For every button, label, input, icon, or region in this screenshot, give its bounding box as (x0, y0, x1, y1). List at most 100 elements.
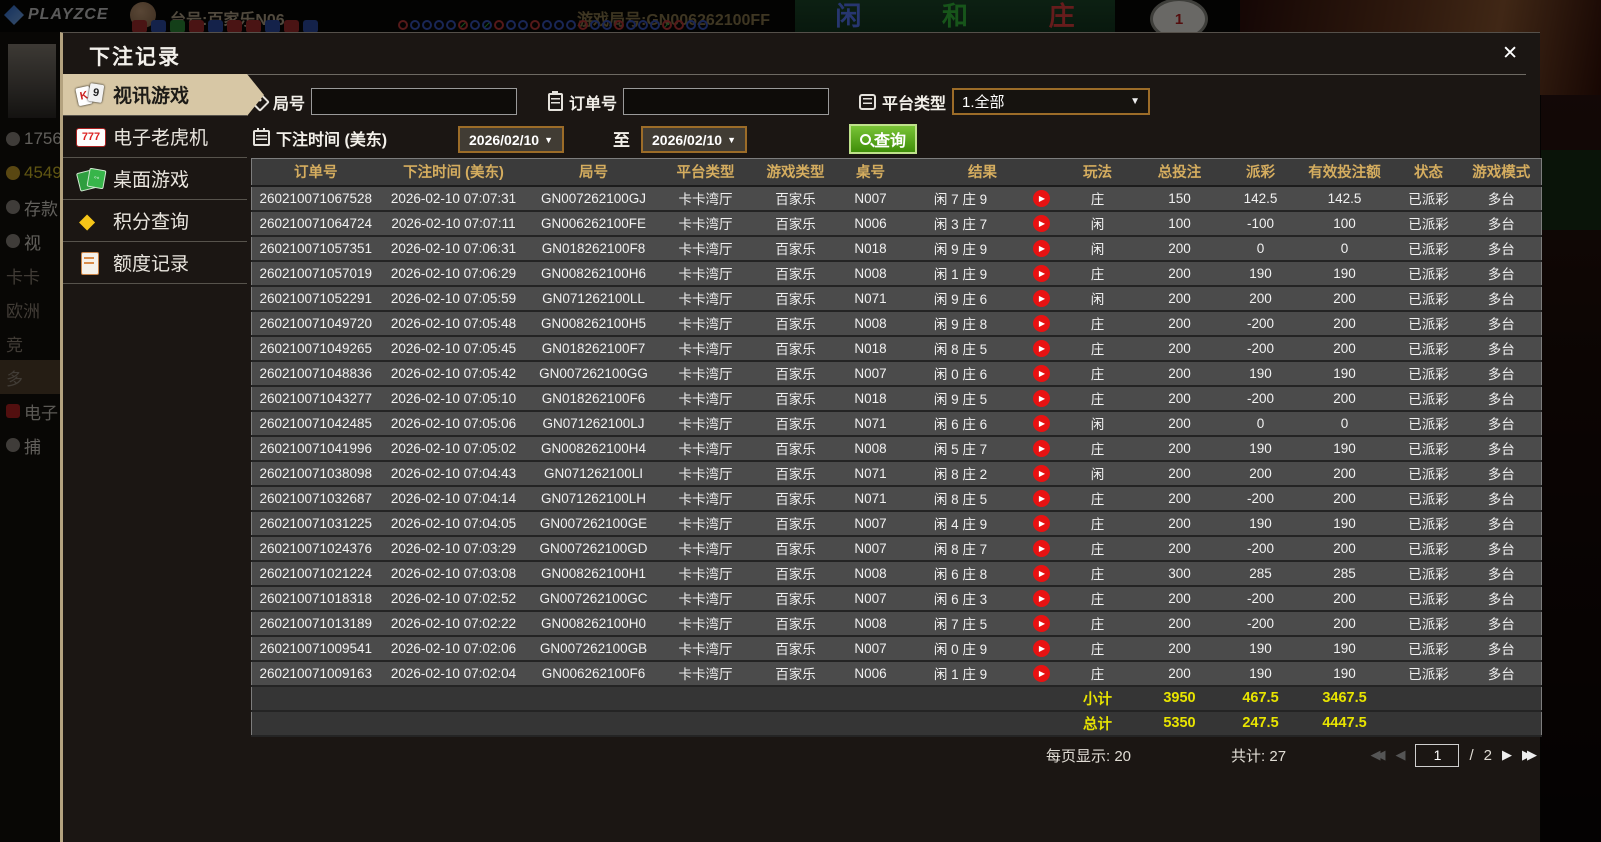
order-number-input[interactable] (623, 88, 830, 115)
cell-game-mode: 多台 (1461, 310, 1542, 337)
grand-total-valid-bet: 4447.5 (1293, 710, 1396, 737)
cell-order: 260210071048836 (251, 360, 380, 387)
cell-total-bet: 200 (1131, 335, 1228, 362)
tab-video-games[interactable]: 视讯游戏 (63, 74, 264, 116)
play-replay-icon[interactable] (1033, 540, 1050, 558)
table-row: 260210071049265 2026-02-10 07:05:45 GN01… (251, 335, 1542, 362)
last-page-icon[interactable]: ▶▶ (1522, 747, 1537, 763)
calendar-icon (253, 128, 270, 146)
grand-total-label: 总计 (1063, 710, 1132, 737)
table-body: 260210071067528 2026-02-10 07:07:31 GN00… (251, 185, 1542, 687)
query-button[interactable]: 查询 (849, 124, 917, 154)
table-row: 260210071038098 2026-02-10 07:04:43 GN07… (251, 460, 1542, 487)
play-replay-icon[interactable] (1033, 215, 1050, 233)
cell-payout: 190 (1227, 635, 1294, 662)
tab-table-games[interactable]: 桌面游戏 (63, 158, 247, 200)
cell-platform: 卡卡湾厅 (659, 310, 752, 337)
cell-total-bet: 200 (1131, 510, 1228, 537)
platform-type-select[interactable]: 1.全部 ▼ (952, 88, 1151, 115)
cell-status: 已派彩 (1395, 460, 1462, 487)
subtotal-total-bet: 3950 (1131, 685, 1228, 712)
play-replay-icon[interactable] (1033, 390, 1050, 408)
cell-bet-side: 庄 (1063, 485, 1132, 512)
close-icon[interactable]: ✕ (1502, 42, 1518, 65)
cell-bet-side: 闲 (1063, 410, 1132, 437)
tab-points-query[interactable]: 积分查询 (63, 200, 247, 242)
play-replay-icon[interactable] (1033, 340, 1050, 358)
play-replay-icon[interactable] (1033, 465, 1050, 483)
cell-result: 闲 5 庄 7 (901, 435, 1020, 462)
play-replay-icon[interactable] (1033, 240, 1050, 258)
tab-slots[interactable]: 电子老虎机 (63, 116, 247, 158)
cell-platform: 卡卡湾厅 (659, 535, 752, 562)
cell-game-mode: 多台 (1461, 510, 1542, 537)
cell-table-no: N008 (839, 435, 902, 462)
cell-table-no: N006 (839, 210, 902, 237)
cell-result: 闲 3 庄 7 (901, 210, 1020, 237)
tab-quota-records[interactable]: 额度记录 (63, 242, 247, 284)
cell-payout: -200 (1227, 485, 1294, 512)
cell-bet-time: 2026-02-10 07:05:06 (379, 410, 528, 437)
cell-payout: -200 (1227, 335, 1294, 362)
cell-order: 260210071049265 (251, 335, 380, 362)
cell-table-no: N007 (839, 510, 902, 537)
cell-bet-time: 2026-02-10 07:02:04 (379, 660, 528, 687)
next-page-icon[interactable]: ▶ (1502, 747, 1512, 763)
cell-order: 260210071013189 (251, 610, 380, 637)
cell-platform: 卡卡湾厅 (659, 635, 752, 662)
cell-payout: 190 (1227, 510, 1294, 537)
play-replay-icon[interactable] (1033, 440, 1050, 458)
play-replay-icon[interactable] (1033, 665, 1050, 683)
play-replay-icon[interactable] (1033, 640, 1050, 658)
table-row: 260210071042485 2026-02-10 07:05:06 GN07… (251, 410, 1542, 437)
table-row: 260210071013189 2026-02-10 07:02:22 GN00… (251, 610, 1542, 637)
date-from-select[interactable]: 2026/02/10 ▼ (458, 126, 564, 153)
play-replay-icon[interactable] (1033, 415, 1050, 433)
cell-game-type: 百家乐 (751, 310, 840, 337)
play-replay-icon[interactable] (1033, 490, 1050, 508)
cell-game-type: 百家乐 (751, 235, 840, 262)
cell-payout: 285 (1227, 560, 1294, 587)
play-replay-icon[interactable] (1033, 365, 1050, 383)
cell-order: 260210071057019 (251, 260, 380, 287)
cell-status: 已派彩 (1395, 560, 1462, 587)
play-replay-icon[interactable] (1033, 590, 1050, 608)
cell-game-type: 百家乐 (751, 335, 840, 362)
cell-order: 260210071041996 (251, 435, 380, 462)
play-replay-icon[interactable] (1033, 315, 1050, 333)
cell-result: 闲 9 庄 8 (901, 310, 1020, 337)
cell-round: GN007262100GJ (527, 185, 660, 212)
first-page-icon[interactable]: ◀◀ (1370, 747, 1385, 763)
play-replay-icon[interactable] (1033, 615, 1050, 633)
cell-game-mode: 多台 (1461, 285, 1542, 312)
cell-replay (1019, 560, 1064, 587)
cell-platform: 卡卡湾厅 (659, 585, 752, 612)
cell-platform: 卡卡湾厅 (659, 185, 752, 212)
cell-result: 闲 8 庄 5 (901, 335, 1020, 362)
play-replay-icon[interactable] (1033, 515, 1050, 533)
cell-status: 已派彩 (1395, 310, 1462, 337)
round-number-input[interactable] (311, 88, 518, 115)
subtotal-label: 小计 (1063, 685, 1132, 712)
cell-order: 260210071057351 (251, 235, 380, 262)
cell-platform: 卡卡湾厅 (659, 510, 752, 537)
play-replay-icon[interactable] (1033, 565, 1050, 583)
cell-game-mode: 多台 (1461, 235, 1542, 262)
cell-result: 闲 0 庄 6 (901, 360, 1020, 387)
cell-payout: -200 (1227, 385, 1294, 412)
cell-payout: -200 (1227, 585, 1294, 612)
cell-status: 已派彩 (1395, 410, 1462, 437)
cell-round: GN008262100H6 (527, 260, 660, 287)
prev-page-icon[interactable]: ◀ (1395, 747, 1405, 763)
cell-game-mode: 多台 (1461, 360, 1542, 387)
cell-game-mode: 多台 (1461, 385, 1542, 412)
current-page-input[interactable]: 1 (1415, 743, 1460, 767)
cell-platform: 卡卡湾厅 (659, 485, 752, 512)
cell-result: 闲 8 庄 5 (901, 485, 1020, 512)
play-replay-icon[interactable] (1033, 265, 1050, 283)
date-to-select[interactable]: 2026/02/10 ▼ (641, 126, 747, 153)
cell-replay (1019, 335, 1064, 362)
play-replay-icon[interactable] (1033, 190, 1050, 208)
play-replay-icon[interactable] (1033, 290, 1050, 308)
cell-order: 260210071049720 (251, 310, 380, 337)
